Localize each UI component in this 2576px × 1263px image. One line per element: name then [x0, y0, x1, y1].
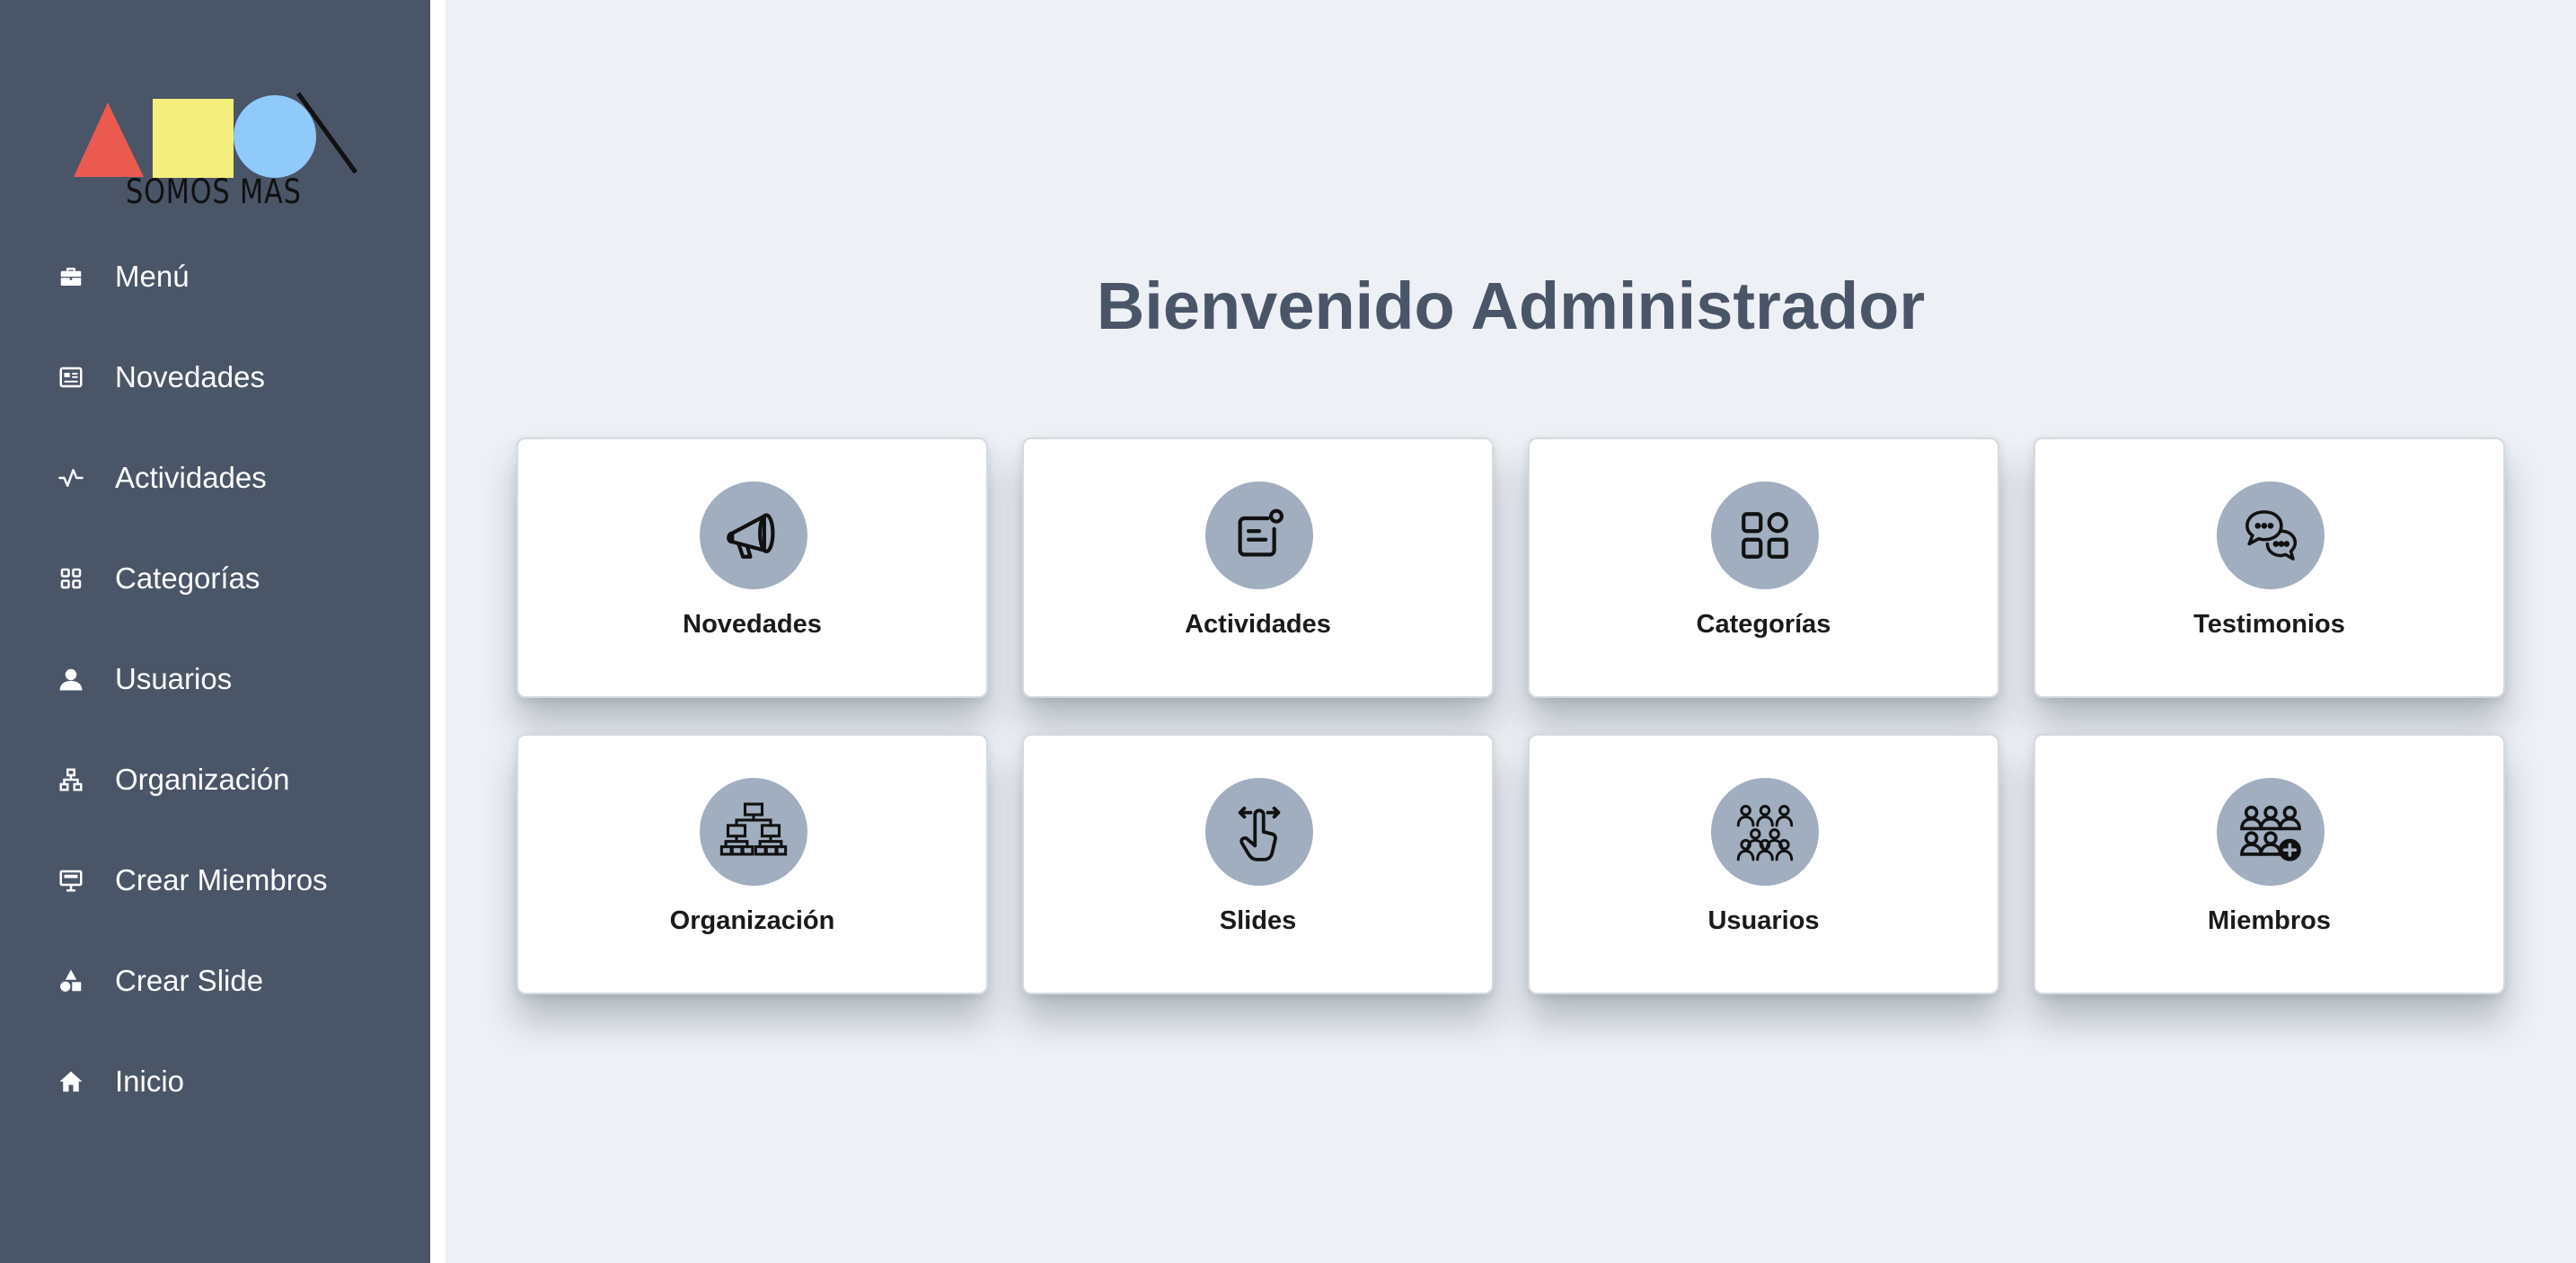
briefcase-icon	[57, 263, 84, 290]
sidebar-item-inicio[interactable]: Inicio	[0, 1046, 430, 1117]
sidebar-item-categorias[interactable]: Categorías	[0, 543, 430, 614]
card-novedades[interactable]: Novedades	[516, 437, 988, 698]
card-label: Miembros	[2208, 906, 2331, 935]
shapes-icon	[57, 967, 84, 994]
card-categorias[interactable]: Categorías	[1528, 437, 1999, 698]
sidebar-item-crear-miembros[interactable]: Crear Miembros	[0, 844, 430, 916]
chat-bubbles-icon	[2217, 481, 2325, 589]
sidebar-item-menu[interactable]: Menú	[0, 241, 430, 313]
megaphone-icon	[700, 481, 807, 589]
sidebar-item-label: Inicio	[115, 1064, 185, 1098]
add-members-icon	[2217, 778, 2325, 886]
card-label: Organización	[669, 906, 835, 935]
card-label: Actividades	[1185, 610, 1331, 639]
card-actividades[interactable]: Actividades	[1022, 437, 1494, 698]
sidebar-item-label: Categorías	[115, 561, 260, 595]
sidebar-item-novedades[interactable]: Novedades	[0, 341, 430, 413]
sidebar-item-usuarios[interactable]: Usuarios	[0, 643, 430, 715]
sidebar: SOMOS MAS Menú Novedades Actividades Cat…	[0, 0, 430, 1263]
grid-icon	[57, 565, 84, 592]
card-miembros[interactable]: Miembros	[2033, 734, 2505, 994]
sidebar-divider	[430, 0, 446, 1263]
card-usuarios[interactable]: Usuarios	[1528, 734, 1999, 994]
user-icon	[57, 666, 84, 693]
card-slides[interactable]: Slides	[1022, 734, 1494, 994]
sidebar-item-label: Crear Slide	[115, 964, 264, 997]
sidebar-item-organizacion[interactable]: Organización	[0, 744, 430, 816]
sidebar-item-label: Actividades	[115, 461, 267, 494]
presentation-icon	[57, 867, 84, 894]
card-label: Novedades	[683, 610, 822, 639]
sidebar-item-label: Novedades	[115, 360, 265, 393]
sitemap-icon	[57, 766, 84, 793]
newspaper-icon	[57, 364, 84, 391]
card-label: Slides	[1219, 906, 1297, 935]
categories-icon	[1711, 481, 1819, 589]
sidebar-item-actividades[interactable]: Actividades	[0, 442, 430, 514]
card-label: Testimonios	[2193, 610, 2345, 639]
main-content: Bienvenido Administrador Novedades Activ…	[446, 0, 2576, 1263]
card-label: Categorías	[1696, 610, 1831, 639]
swipe-hand-icon	[1205, 778, 1313, 886]
sidebar-item-label: Usuarios	[115, 662, 233, 695]
page-title: Bienvenido Administrador	[1096, 269, 1926, 343]
org-chart-icon	[700, 778, 807, 886]
users-group-icon	[1711, 778, 1819, 886]
home-icon	[57, 1068, 84, 1095]
sidebar-item-label: Organización	[115, 763, 290, 796]
logo[interactable]: SOMOS MAS	[70, 90, 366, 216]
card-organizacion[interactable]: Organización	[516, 734, 988, 994]
card-label: Usuarios	[1707, 906, 1820, 935]
sidebar-item-label: Menú	[115, 260, 190, 293]
logo-text: SOMOS MAS	[126, 172, 302, 211]
sidebar-item-crear-slide[interactable]: Crear Slide	[0, 945, 430, 1017]
sidebar-item-label: Crear Miembros	[115, 863, 328, 896]
activity-note-icon	[1205, 481, 1313, 589]
activity-icon	[57, 464, 84, 491]
card-testimonios[interactable]: Testimonios	[2033, 437, 2505, 698]
